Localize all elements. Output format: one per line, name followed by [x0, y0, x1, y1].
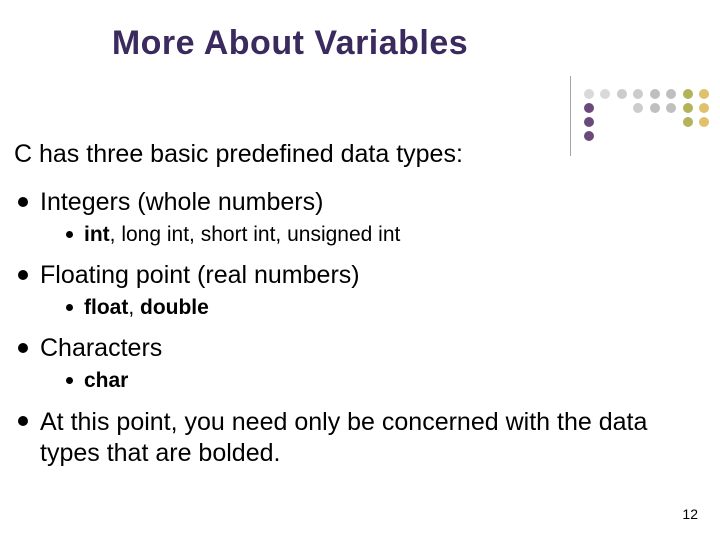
bullet-floating: Floating point (real numbers) — [14, 261, 702, 290]
int-type: int — [84, 223, 110, 246]
dot-icon — [584, 131, 594, 141]
dot-icon — [633, 103, 643, 113]
bullet-text: Floating point (real numbers) — [40, 261, 360, 289]
title-rule — [570, 76, 571, 156]
dot-icon — [650, 89, 660, 99]
dot-icon — [683, 117, 693, 127]
subbullet-characters: char — [14, 369, 702, 393]
bullet-integers: Integers (whole numbers) — [14, 188, 702, 217]
page-number: 12 — [682, 506, 698, 522]
dot-icon — [633, 89, 643, 99]
slide: More About Variables — [0, 0, 720, 540]
bullet-characters: Characters — [14, 334, 702, 363]
page-title: More About Variables — [0, 24, 580, 63]
float-sep: , — [128, 296, 140, 319]
bullet-note: At this point, you need only be concerne… — [14, 407, 702, 470]
float-type: float — [84, 296, 128, 319]
subbullet-integers: int, long int, short int, unsigned int — [14, 223, 702, 247]
double-type: double — [140, 296, 209, 319]
bullet-text: Integers (whole numbers) — [40, 188, 323, 216]
bullet-text: Characters — [40, 334, 162, 362]
dot-icon — [699, 103, 709, 113]
dot-icon — [683, 103, 693, 113]
dot-icon — [650, 103, 660, 113]
bullet-text: At this point, you need only be concerne… — [40, 408, 647, 467]
dot-icon — [699, 89, 709, 99]
intro-text: C has three basic predefined data types: — [14, 140, 463, 169]
corner-dots — [584, 88, 720, 130]
dot-icon — [699, 117, 709, 127]
dot-icon — [617, 89, 627, 99]
dot-icon — [584, 89, 594, 99]
content-area: Integers (whole numbers) int, long int, … — [14, 188, 702, 474]
int-rest: , long int, short int, unsigned int — [110, 223, 401, 246]
dot-icon — [666, 89, 676, 99]
dot-icon — [600, 89, 610, 99]
char-type: char — [84, 369, 128, 392]
dot-icon — [666, 103, 676, 113]
dot-icon — [683, 89, 693, 99]
subbullet-floating: float, double — [14, 296, 702, 320]
